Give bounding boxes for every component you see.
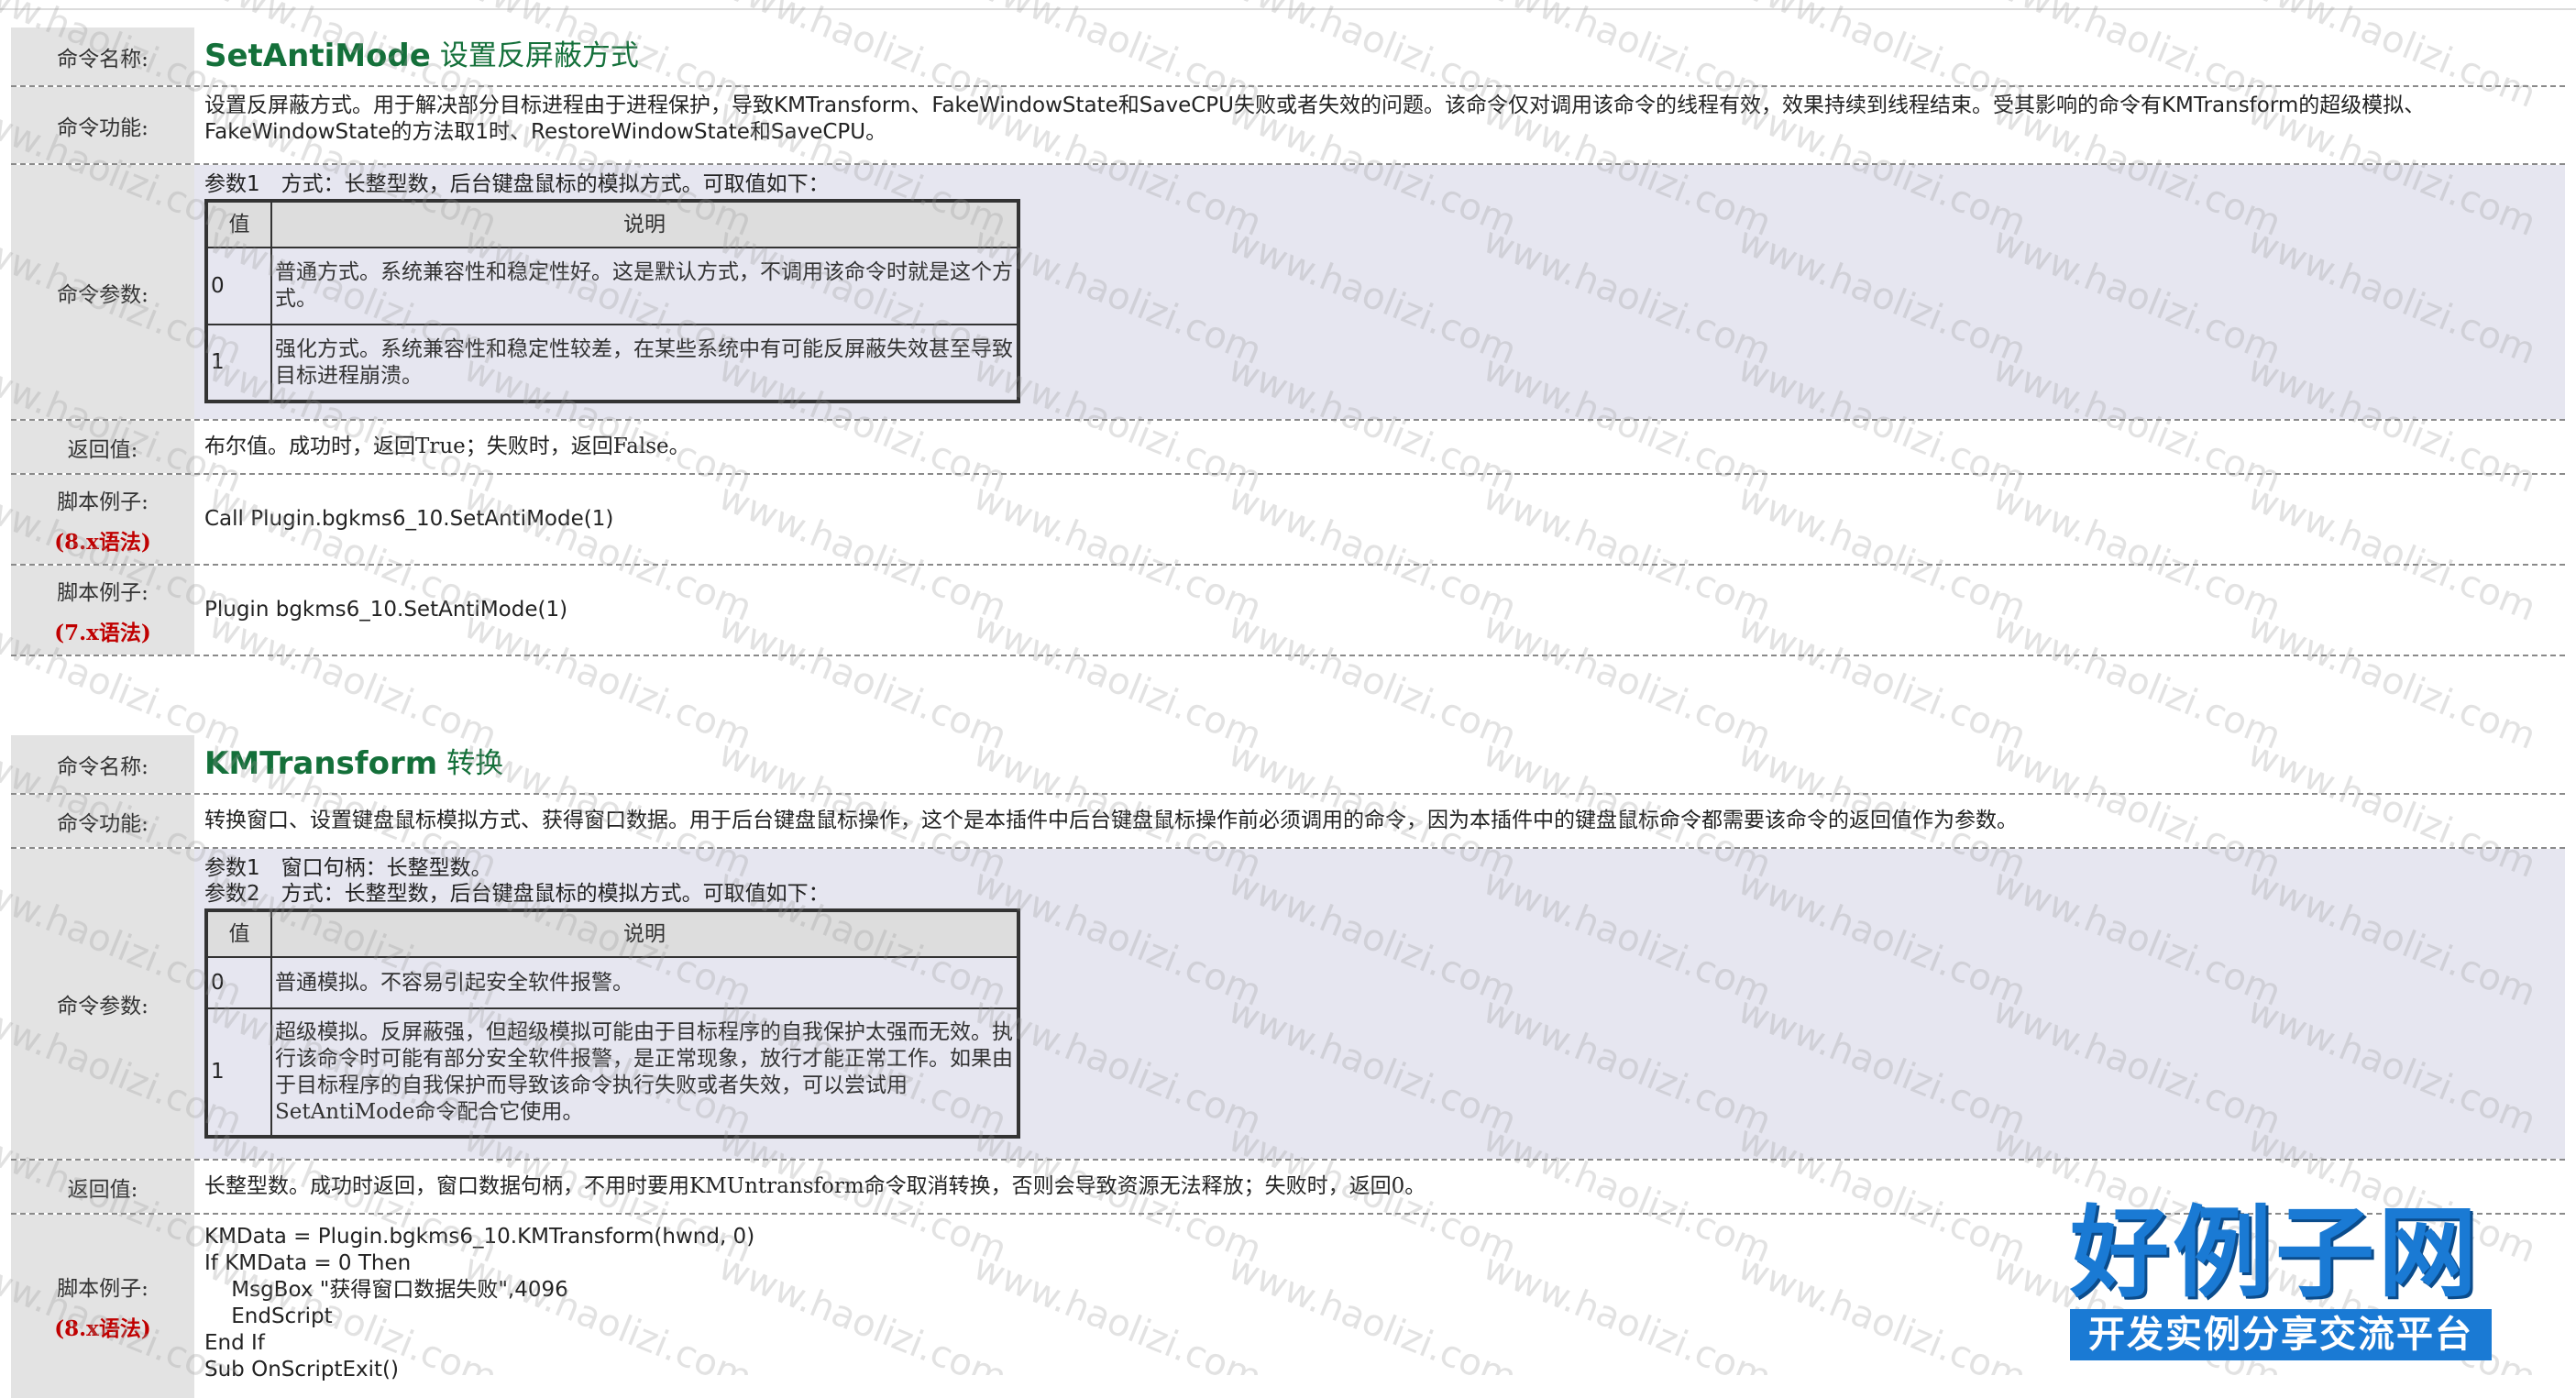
cell-desc: 强化方式。系统兼容性和稳定性较差，在某些系统中有可能反屏蔽失效甚至导致目标进程崩… [270,324,1019,402]
param-table: 值说明 0 普通模拟。不容易引起安全软件报警。 1 超级模拟。反屏蔽强，但超级模拟可… [204,908,1020,1139]
command-title: SetAntiMode [204,38,431,74]
label-text: 返回值: [67,437,138,462]
example-code: Call Plugin.bgkms6_10.SetAntiMode(1) [204,507,614,531]
top-divider [0,8,2576,10]
label-text: 脚本例子: [57,1277,149,1301]
header-value: 值 [205,909,272,958]
table-row: 1 超级模拟。反屏蔽强，但超级模拟可能由于目标程序的自我保护太强而无效。执行该命令… [205,1007,1019,1138]
site-logo: 好例子网 开发实例分享交流平台 [2070,1199,2510,1368]
row-example-8x: 脚本例子: (8.x语法) Call Plugin.bgkms6_10.SetAn… [11,475,2565,566]
header-value: 值 [205,200,272,248]
row-command-function: 命令功能: 设置反屏蔽方式。用于解决部分目标进程由于进程保护，导致KMTrans… [11,87,2565,165]
table-row: 0 普通方式。系统兼容性和稳定性好。这是默认方式，不调用该命令时就是这个方式。 [205,247,1019,325]
logo-sub-text: 开发实例分享交流平台 [2070,1309,2492,1360]
cell-value: 1 [205,324,272,402]
return-text: 布尔值。成功时，返回True；失败时，返回False。 [204,435,690,458]
syntax-tag: (8.x语法) [54,1316,151,1341]
label-text: 命令参数: [57,282,149,307]
command-subtitle: 设置反屏蔽方式 [439,39,639,72]
param-1: 参数1 方式：长整型数，后台键盘鼠标的模拟方式。可取值如下： [204,172,830,196]
cell-value: 0 [205,247,272,325]
label-text: 命令功能: [57,116,149,140]
function-text: 设置反屏蔽方式。用于解决部分目标进程由于进程保护，导致KMTransform、F… [204,94,2426,144]
label-text: 命令参数: [57,995,149,1018]
label-text: 命令名称: [57,754,149,779]
command-title: KMTransform [204,745,438,782]
header-desc: 说明 [270,200,1019,248]
example-code: Plugin bgkms6_10.SetAntiMode(1) [204,598,568,622]
return-text: 长整型数。成功时返回，窗口数据句柄，不用时要用KMUntransform命令取消… [204,1174,1426,1198]
label-text: 命令名称: [57,47,149,72]
row-command-params: 命令参数: 参数1 窗口句柄：长整型数。 参数2 方式：长整型数，后台键盘鼠标的… [11,849,2565,1161]
logo-main-text: 好例子网 [2070,1196,2482,1311]
command-subtitle: 转换 [446,747,504,780]
table-row: 1 强化方式。系统兼容性和稳定性较差，在某些系统中有可能反屏蔽失效甚至导致目标进程… [205,324,1019,402]
label-text: 命令功能: [57,811,149,836]
param-1: 参数1 窗口句柄：长整型数。 [204,856,492,880]
param-2: 参数2 方式：长整型数，后台键盘鼠标的模拟方式。可取值如下： [204,882,830,906]
command-section-setantimode: 命令名称: SetAntiMode 设置反屏蔽方式 命令功能: 设置反屏蔽方式。… [11,28,2565,656]
cell-desc: 普通模拟。不容易引起安全软件报警。 [270,956,1019,1009]
cell-value: 1 [205,1007,272,1138]
label-text: 脚本例子: [57,490,149,514]
row-command-name: 命令名称: KMTransform 转换 [11,735,2565,795]
table-row: 0 普通模拟。不容易引起安全软件报警。 [205,956,1019,1009]
row-command-name: 命令名称: SetAntiMode 设置反屏蔽方式 [11,28,2565,87]
label-command-name: 命令名称: [11,28,194,85]
row-example-7x: 脚本例子: (7.x语法) Plugin bgkms6_10.SetAntiMod… [11,566,2565,656]
function-text: 转换窗口、设置键盘鼠标模拟方式、获得窗口数据。用于后台键盘鼠标操作，这个是本插件… [204,809,2018,832]
header-desc: 说明 [270,909,1019,958]
cell-desc: 超级模拟。反屏蔽强，但超级模拟可能由于目标程序的自我保护太强而无效。执行该命令时… [270,1007,1019,1138]
cell-desc: 普通方式。系统兼容性和稳定性好。这是默认方式，不调用该命令时就是这个方式。 [270,247,1019,325]
row-command-params: 命令参数: 参数1 方式：长整型数，后台键盘鼠标的模拟方式。可取值如下： 值说明… [11,165,2565,421]
label-text: 返回值: [67,1177,138,1202]
cell-value: 0 [205,956,272,1009]
param-table: 值说明 0 普通方式。系统兼容性和稳定性好。这是默认方式，不调用该命令时就是这个方… [204,199,1020,403]
syntax-tag: (7.x语法) [54,620,151,645]
syntax-tag: (8.x语法) [54,529,151,555]
row-command-function: 命令功能: 转换窗口、设置键盘鼠标模拟方式、获得窗口数据。用于后台键盘鼠标操作，… [11,795,2565,849]
row-return-value: 返回值: 布尔值。成功时，返回True；失败时，返回False。 [11,421,2565,475]
label-text: 脚本例子: [57,580,149,605]
